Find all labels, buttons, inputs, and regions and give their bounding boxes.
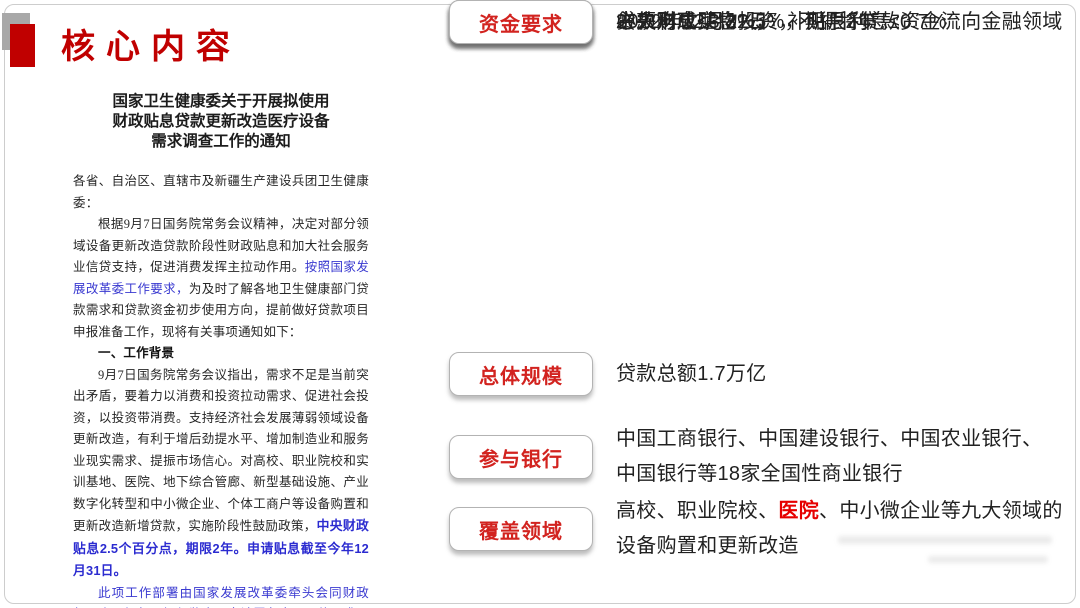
doc-body: 各省、自治区、直辖市及新疆生产建设兵团卫生健康委： 根据9月7日国务院常务会议精…: [73, 171, 369, 608]
doc-title-line: 需求调查工作的通知: [73, 132, 369, 152]
doc-section-heading: 一、工作背景: [73, 343, 369, 365]
key-point-desc: 中国工商银行、中国建设银行、中国农业银行、 中国银行等18家全国性商业银行: [616, 422, 1042, 492]
watermark-residue: [838, 536, 1052, 544]
notice-document: 国家卫生健康委关于开展拟使用 财政贴息贷款更新改造医疗设备 需求调查工作的通知 …: [73, 92, 369, 608]
page-title: 核心内容: [61, 19, 241, 68]
key-point-row-total-scale: 总体规模 贷款总额1.7万亿: [449, 352, 1074, 396]
watermark-residue: [928, 556, 1048, 563]
key-point-badge: 覆盖领域: [449, 507, 593, 551]
key-point-badge: 总体规模: [449, 352, 593, 396]
doc-paragraph-2: 9月7日国务院常务会议指出，需求不足是当前突出矛盾，要着力以消费和投资拉动需求、…: [73, 365, 369, 583]
key-point-row-participating-banks: 参与银行 中国工商银行、中国建设银行、中国农业银行、 中国银行等18家全国性商业…: [449, 422, 1074, 492]
doc-paragraph-3: 此项工作部署由国家发展改革委牵头会同财政部、人民银行、银保监会、审计署负责，具体…: [73, 583, 369, 608]
key-point-desc: 必须形成实物投资，不得将贷款资金流向金融领域: [616, 5, 1063, 40]
doc-paragraph-1: 根据9月7日国务院常务会议精神，决定对部分领域设备更新改造贷款阶段性财政贴息和加…: [73, 214, 369, 343]
key-point-row-fund-requirements: 资金要求 必须形成实物投资，不得将贷款资金流向金融领域: [449, 0, 1074, 44]
slide: 核心内容 国家卫生健康委关于开展拟使用 财政贴息贷款更新改造医疗设备 需求调查工…: [0, 0, 1080, 608]
key-point-badge: 参与银行: [449, 435, 593, 479]
key-point-desc: 高校、职业院校、医院、中小微企业等九大领域的 设备购置和更新改造: [616, 494, 1063, 564]
doc-title: 国家卫生健康委关于开展拟使用 财政贴息贷款更新改造医疗设备 需求调查工作的通知: [73, 92, 369, 152]
key-point-badge: 资金要求: [449, 0, 593, 44]
doc-title-line: 财政贴息贷款更新改造医疗设备: [73, 112, 369, 132]
key-point-desc: 贷款总额1.7万亿: [616, 357, 767, 392]
doc-salutation: 各省、自治区、直辖市及新疆生产建设兵团卫生健康委：: [73, 171, 369, 214]
header-accent-red-square: [10, 24, 35, 67]
key-point-row-covered-fields: 覆盖领域 高校、职业院校、医院、中小微企业等九大领域的 设备购置和更新改造: [449, 494, 1074, 564]
doc-title-line: 国家卫生健康委关于开展拟使用: [73, 92, 369, 112]
